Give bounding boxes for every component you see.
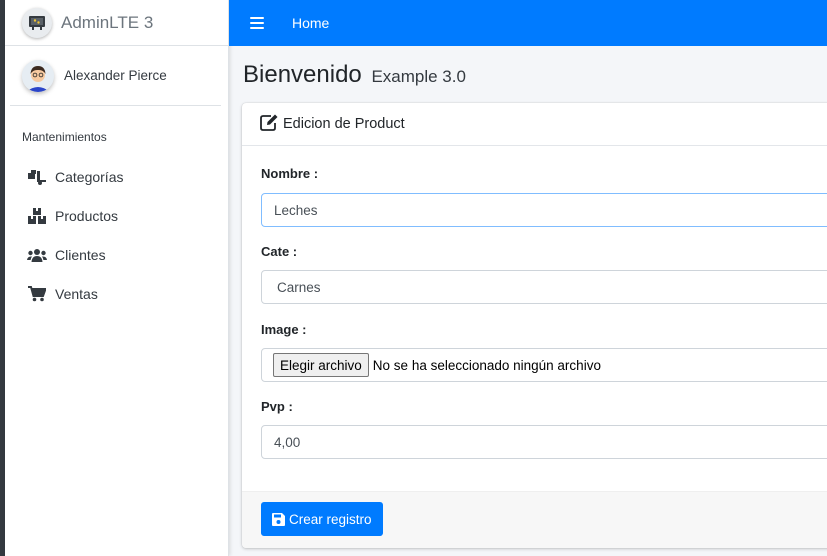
brand-text: AdminLTE 3 (61, 12, 154, 32)
image-label: Image : (261, 322, 307, 337)
sidebar: AdminLTE 3 Alexander Pierce Mantenimient… (5, 0, 229, 556)
card-footer: Crear registro (242, 491, 827, 548)
pvp-value: 4,00 (274, 434, 301, 450)
edit-icon (260, 114, 279, 134)
pvp-input[interactable]: 4,00 (261, 425, 827, 459)
nav-home-link[interactable]: Home (292, 15, 329, 31)
user-name[interactable]: Alexander Pierce (64, 68, 167, 83)
edit-product-card: Edicion de Product Nombre : Leches Cate … (242, 103, 827, 548)
cate-select[interactable]: Carnes (261, 270, 827, 304)
menu-toggle-icon[interactable] (250, 17, 264, 29)
brand-logo-icon (22, 7, 52, 38)
sidebar-item-label: Productos (55, 207, 119, 224)
nombre-value: Leches (274, 202, 318, 218)
image-file-input[interactable]: Elegir archivo No se ha seleccionado nin… (261, 348, 827, 382)
save-icon (272, 512, 285, 526)
nombre-input[interactable]: Leches (261, 193, 827, 227)
sidebar-item-ventas[interactable]: Ventas (5, 274, 228, 313)
sidebar-item-productos[interactable]: Productos (5, 196, 228, 235)
sidebar-item-clientes[interactable]: Clientes (5, 235, 228, 274)
page-subtitle: Example 3.0 (371, 67, 466, 86)
file-status-text: No se ha seleccionado ningún archivo (372, 357, 601, 373)
user-avatar (22, 59, 54, 92)
crear-registro-button[interactable]: Crear registro (261, 502, 383, 536)
brand-link[interactable]: AdminLTE 3 (5, 0, 228, 46)
card-header: Edicion de Product (242, 103, 827, 146)
nombre-label: Nombre : (261, 166, 319, 181)
cate-label: Cate : (261, 244, 298, 259)
boxes-icon (27, 207, 47, 225)
choose-file-button[interactable]: Elegir archivo (273, 353, 369, 377)
pvp-label: Pvp : (261, 399, 293, 414)
truck-loading-icon (27, 168, 47, 186)
cate-selected-value: Carnes (277, 279, 321, 295)
nav-header: Mantenimientos (22, 130, 107, 144)
crear-registro-label: Crear registro (289, 511, 372, 527)
sidebar-item-categorias[interactable]: Categorías (5, 157, 228, 196)
shopping-cart-icon (27, 285, 47, 303)
sidebar-item-label: Categorías (55, 168, 124, 185)
page-title: Bienvenido Example 3.0 (243, 61, 466, 89)
users-icon (27, 246, 47, 264)
user-panel[interactable]: Alexander Pierce (10, 46, 221, 106)
page-title-text: Bienvenido (243, 61, 362, 88)
sidebar-item-label: Clientes (55, 246, 106, 263)
card-title: Edicion de Product (283, 116, 405, 132)
top-navbar: Home (229, 0, 827, 46)
sidebar-item-label: Ventas (55, 285, 98, 302)
